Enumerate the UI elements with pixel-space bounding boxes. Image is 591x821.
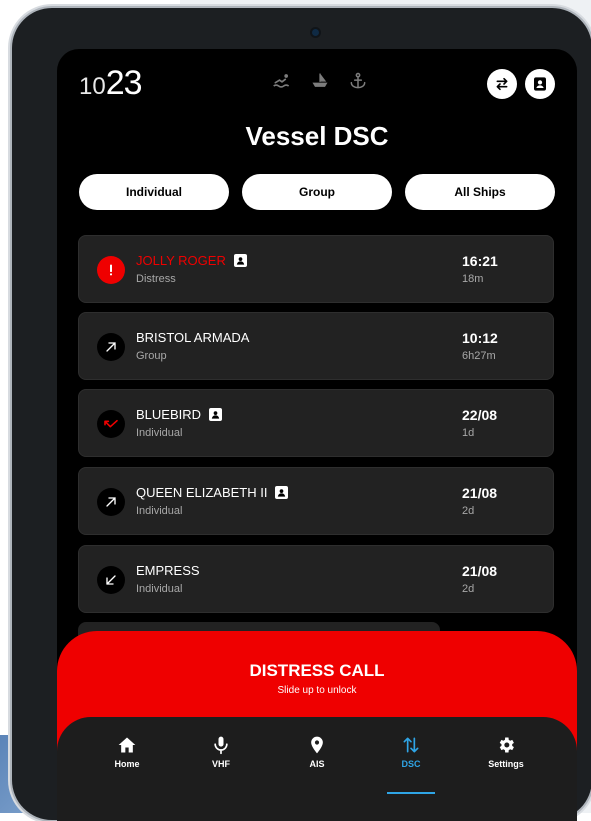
nav-label: AIS (309, 759, 325, 769)
contact-icon (233, 254, 247, 267)
outgoing-arrow-icon (97, 333, 125, 361)
contact-icon (534, 77, 546, 91)
call-type: Individual (136, 505, 183, 517)
filter-group[interactable]: Group (242, 174, 392, 210)
camera-dot (312, 29, 319, 36)
call-name-row: EMPRESS (136, 563, 200, 578)
call-time: 21/08 (462, 485, 498, 501)
screen: 1023 Vessel DSC Individual Group All Shi… (57, 49, 577, 821)
tablet-frame: 1023 Vessel DSC Individual Group All Shi… (12, 8, 591, 821)
call-name: QUEEN ELIZABETH II (136, 485, 268, 500)
clock-minute: 23 (105, 64, 143, 102)
filter-all-ships[interactable]: All Ships (405, 174, 555, 210)
contacts-button[interactable] (525, 69, 555, 99)
nav-settings[interactable]: Settings (471, 735, 541, 769)
call-name: EMPRESS (136, 563, 200, 578)
call-name-row: BLUEBIRD (136, 407, 223, 422)
status-icons (272, 71, 368, 91)
call-ago: 2d (462, 583, 475, 595)
active-tab-indicator (387, 792, 435, 794)
home-icon (118, 737, 136, 753)
nav-dsc[interactable]: DSC (376, 735, 446, 769)
boat-icon (312, 73, 328, 87)
call-name: JOLLY ROGER (136, 253, 226, 268)
filter-settings-button[interactable] (487, 69, 517, 99)
call-type: Individual (136, 427, 183, 439)
clock-hour: 10 (79, 73, 106, 100)
outgoing-arrow-icon (97, 488, 125, 516)
call-row[interactable]: BRISTOL ARMADA Group 10:12 6h27m (78, 312, 554, 380)
nav-vhf[interactable]: VHF (186, 735, 256, 769)
call-name-row: JOLLY ROGER (136, 253, 247, 268)
clock: 1023 (79, 63, 143, 107)
call-type: Group (136, 350, 167, 362)
call-time: 16:21 (462, 253, 498, 269)
sliders-icon (496, 77, 508, 91)
call-row[interactable]: QUEEN ELIZABETH II Individual 21/08 2d (78, 467, 554, 535)
call-type: Individual (136, 583, 183, 595)
distress-subtitle: Slide up to unlock (277, 685, 357, 696)
contact-icon (275, 486, 289, 499)
call-row[interactable]: EMPRESS Individual 21/08 2d (78, 545, 554, 613)
call-row[interactable]: BLUEBIRD Individual 22/08 1d (78, 389, 554, 457)
nav-ais[interactable]: AIS (282, 735, 352, 769)
location-pin-icon (311, 736, 323, 754)
nav-label: VHF (212, 759, 230, 769)
call-ago: 18m (462, 273, 484, 285)
call-ago: 1d (462, 427, 475, 439)
nav-label: Settings (488, 759, 524, 769)
call-name-row: QUEEN ELIZABETH II (136, 485, 289, 500)
transfer-arrows-icon (403, 737, 419, 753)
bottom-nav: Home VHF AIS DSC Settings (57, 717, 577, 821)
call-ago: 6h27m (462, 350, 496, 362)
call-name: BRISTOL ARMADA (136, 330, 250, 345)
page-title: Vessel DSC (245, 121, 389, 151)
missed-call-icon (97, 410, 125, 438)
incoming-arrow-icon (97, 566, 125, 594)
contact-icon (209, 408, 223, 421)
call-time: 21/08 (462, 563, 498, 579)
call-row[interactable]: JOLLY ROGER Distress 16:21 18m (78, 235, 554, 303)
distress-title: DISTRESS CALL (249, 661, 385, 680)
swimmer-icon (273, 74, 290, 88)
call-name: BLUEBIRD (136, 407, 202, 422)
call-name-row: BRISTOL ARMADA (136, 330, 249, 345)
alert-icon (97, 256, 125, 284)
gear-icon (499, 737, 514, 753)
nav-label: DSC (401, 759, 421, 769)
nav-home[interactable]: Home (92, 735, 162, 769)
filter-individual[interactable]: Individual (79, 174, 229, 210)
call-time: 10:12 (462, 330, 498, 346)
call-type: Distress (136, 273, 176, 285)
call-time: 22/08 (462, 407, 498, 423)
microphone-icon (214, 736, 228, 755)
call-ago: 2d (462, 505, 475, 517)
nav-label: Home (114, 759, 140, 769)
anchor-icon (350, 72, 366, 89)
